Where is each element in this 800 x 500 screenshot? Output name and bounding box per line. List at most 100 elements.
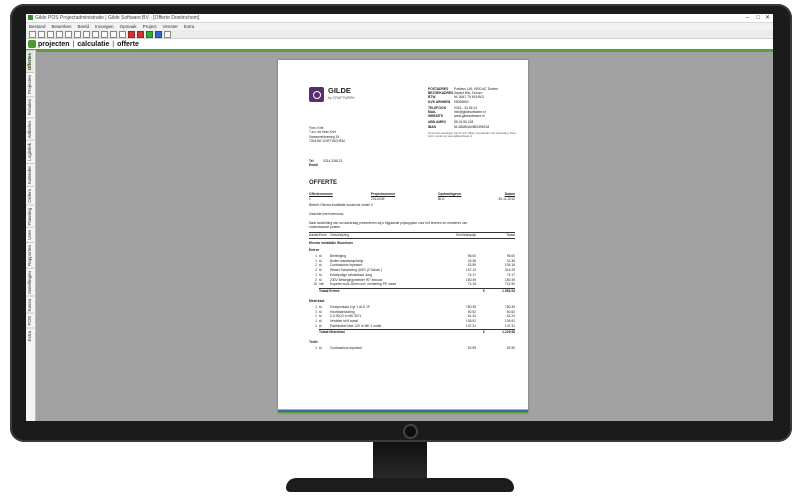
- row-description: Wissel Schakeling (USG (2 Schak.): [330, 268, 382, 273]
- side-tab-12[interactable]: POS: [26, 313, 34, 328]
- row-qty: 1: [315, 323, 317, 328]
- zoom-icon[interactable]: [119, 30, 126, 38]
- menu-item-extra[interactable]: Extra: [184, 23, 195, 30]
- side-tab-4[interactable]: Logistiek: [26, 140, 34, 163]
- row-unit: st: [319, 304, 322, 309]
- nav-offerte[interactable]: offerte: [117, 41, 139, 48]
- row-qty: 1: [315, 258, 317, 263]
- row-unit: st: [319, 346, 322, 351]
- company-info: POSTADRES Postbus 146, 6920 AC Duiven BEZO…: [428, 87, 498, 129]
- menu-item-venster[interactable]: Venster: [163, 23, 178, 30]
- side-tab-1[interactable]: Projecten: [26, 72, 34, 97]
- side-tab-7[interactable]: Planning: [26, 204, 34, 228]
- row-unit: st: [319, 272, 322, 277]
- menu-item-beeld[interactable]: Beeld: [78, 23, 90, 30]
- row-qty: 10: [313, 282, 317, 287]
- side-tab-2[interactable]: Relaties: [26, 96, 34, 118]
- meta-value: 30-11-2012: [498, 196, 515, 201]
- row-unit: mtr: [319, 282, 324, 287]
- open-folder-icon[interactable]: [38, 30, 45, 38]
- monitor-stand-base: [286, 478, 514, 492]
- menu-item-bestand[interactable]: Bestand: [29, 23, 46, 30]
- side-tab-13[interactable]: Extra: [26, 327, 34, 344]
- side-tab-6[interactable]: Orders: [26, 185, 34, 205]
- row-qty: 1: [315, 304, 317, 309]
- brand-name: GILDE: [328, 86, 351, 95]
- side-tab-9[interactable]: Rapporten: [26, 241, 34, 268]
- row-unit-price: 137.31: [465, 323, 476, 328]
- group-total-currency: €: [483, 288, 485, 293]
- nav-separator: |: [112, 40, 115, 48]
- new-file-icon[interactable]: [29, 30, 36, 38]
- menu-item-opmaak[interactable]: Opmaak: [120, 23, 137, 30]
- row-description: Enkelpolige schakelaar Jung: [330, 272, 372, 277]
- power-button[interactable]: [403, 424, 418, 439]
- info-icon[interactable]: [155, 30, 162, 38]
- meta-value: 2011/049: [371, 196, 385, 201]
- side-tab-3[interactable]: Artikelen: [26, 117, 34, 141]
- section-title: Electra installatie Woonhuis: [309, 241, 353, 245]
- side-tab-10[interactable]: Instellingen: [26, 267, 34, 296]
- save-icon[interactable]: [47, 30, 54, 38]
- row-qty: 1: [315, 272, 317, 277]
- row-description: Verdeler kit 6 aansl: [330, 319, 359, 323]
- menu-item-project[interactable]: Project: [143, 23, 157, 30]
- group-total-rule: [319, 287, 515, 289]
- delete-icon[interactable]: [128, 30, 135, 38]
- terms-note: Op al onze leveringen zijn de ICT~Office…: [428, 132, 516, 139]
- row-unit: st: [319, 319, 322, 323]
- row-description: Contrasdoos inpestort: [330, 263, 363, 268]
- row-unit-price: 74.17: [467, 272, 476, 277]
- side-tab-bar: Offertes Projecten Relaties Artikelen Logist…: [26, 50, 36, 421]
- window-title: Gilde POS Projectadministratie | Gilde S…: [35, 15, 200, 21]
- help-icon[interactable]: [164, 30, 171, 38]
- side-tab-5[interactable]: Kalender: [26, 162, 34, 186]
- menu-bar: Bestand Bewerken Beeld Invoegen Opmaak P…: [26, 23, 773, 30]
- row-unit-price: 52.59: [467, 263, 476, 268]
- meta-value: 1: [309, 196, 311, 201]
- row-total: 52.59: [506, 346, 515, 351]
- company-info-row: WEBSITE www.gildesoftware.nl: [428, 114, 498, 118]
- row-unit: st: [319, 268, 322, 273]
- window-titlebar: Gilde POS Projectadministratie | Gilde S…: [26, 14, 773, 23]
- refresh-icon[interactable]: [146, 30, 153, 38]
- copy-icon[interactable]: [74, 30, 81, 38]
- nav-calculatie[interactable]: calculatie: [77, 41, 109, 48]
- stop-icon[interactable]: [137, 30, 144, 38]
- minimize-icon[interactable]: –: [746, 14, 749, 22]
- document-title: OFFERTE: [309, 180, 337, 186]
- contact-value: 0314-336121: [323, 159, 343, 163]
- group-title: Meterkast: [309, 298, 325, 303]
- row-unit-price: 780.35: [465, 304, 476, 309]
- row-total: 61.24: [506, 314, 515, 319]
- side-tab-0[interactable]: Offertes: [26, 50, 34, 73]
- row-qty: 2: [315, 268, 317, 273]
- paste-icon[interactable]: [83, 30, 90, 38]
- search-icon[interactable]: [110, 30, 117, 38]
- row-qty: 1: [315, 254, 317, 258]
- maximize-icon[interactable]: □: [756, 14, 760, 22]
- nav-projecten[interactable]: projecten: [38, 41, 70, 48]
- row-total: 105.91: [504, 319, 515, 323]
- intro-line: onderstaande posten.: [309, 225, 341, 230]
- row-total: 780.35: [504, 304, 515, 309]
- side-tab-11[interactable]: Kassa: [26, 295, 34, 314]
- table-row: 1st Patchkabel Max 12V in MK 2 outlet 137.…: [278, 324, 528, 328]
- menu-item-invoegen[interactable]: Invoegen: [95, 23, 114, 30]
- company-info-row: IBAN NL38ABNA0852496218: [428, 125, 498, 129]
- print-icon[interactable]: [56, 30, 63, 38]
- row-total: 42.36: [506, 258, 515, 263]
- row-description: 2-V-WCD in MK 3071: [330, 314, 362, 319]
- puzzle-logo-icon: [28, 40, 36, 48]
- redo-icon[interactable]: [101, 30, 108, 38]
- side-tab-8[interactable]: Uren: [26, 227, 34, 242]
- group-total-currency: €: [483, 330, 485, 335]
- row-description: Patchkabel Max 12V in MK 2 outlet: [330, 323, 382, 328]
- row-unit-price: 157.13: [465, 268, 476, 273]
- cut-icon[interactable]: [65, 30, 72, 38]
- undo-icon[interactable]: [92, 30, 99, 38]
- close-icon[interactable]: ✕: [765, 14, 770, 22]
- row-qty: 1: [315, 319, 317, 323]
- menu-item-bewerken[interactable]: Bewerken: [52, 23, 72, 30]
- row-unit: st: [319, 309, 322, 314]
